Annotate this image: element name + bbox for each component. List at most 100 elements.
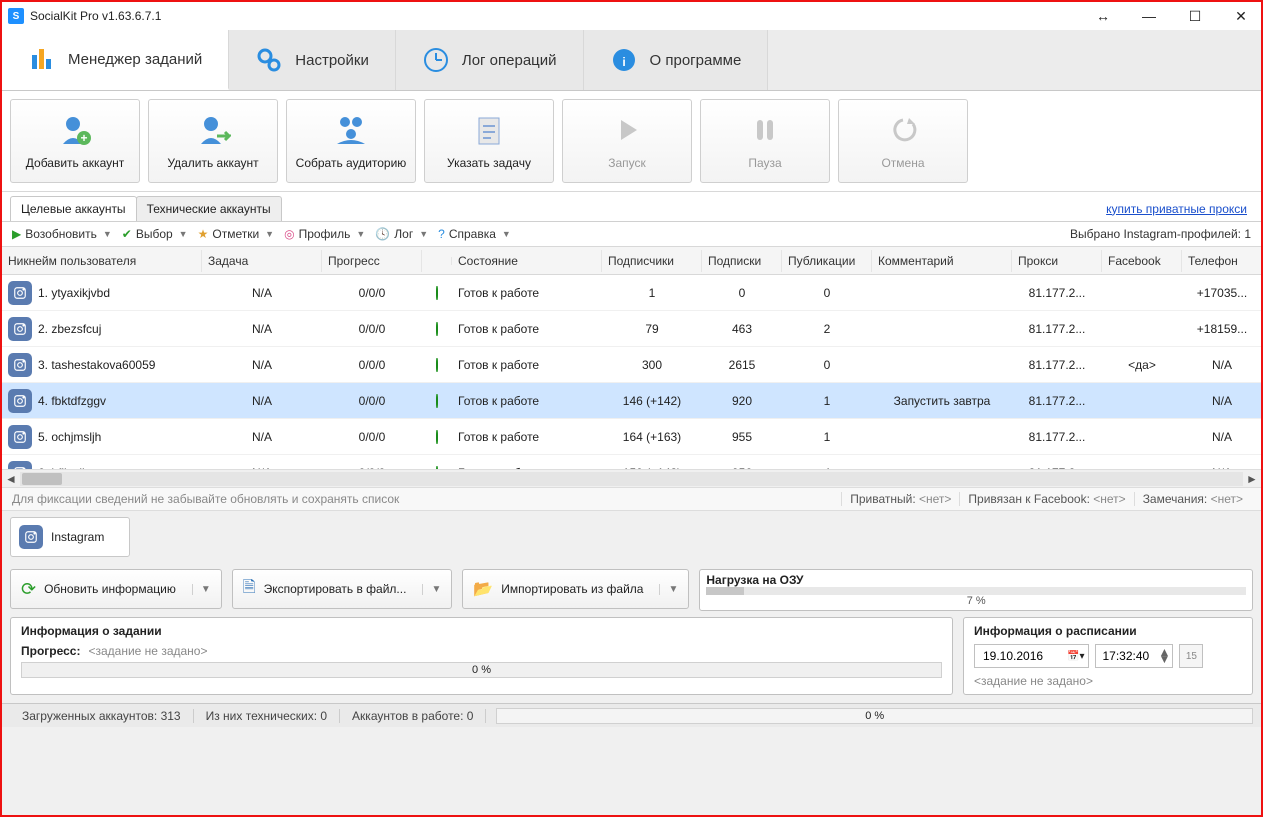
cell-proxy: 81.177.2...	[1012, 358, 1102, 372]
time-spinner-icon[interactable]: ▲▼	[1158, 649, 1170, 663]
column-header[interactable]: Прогресс	[322, 250, 422, 272]
schedule-apply-button[interactable]: 15	[1179, 644, 1203, 668]
export-icon: 🗎	[243, 576, 256, 603]
cell-proxy: 81.177.2...	[1012, 430, 1102, 444]
schedule-time-input[interactable]	[1098, 645, 1154, 667]
toolbar-icon	[609, 112, 645, 148]
filter-label: Возобновить	[25, 227, 97, 241]
table-row[interactable]: 6. hflicgilrN/A0/0/0Готов к работе150 (+…	[2, 455, 1261, 469]
instagram-tab[interactable]: Instagram	[10, 517, 130, 557]
footer-kv: Привязан к Facebook: <нет>	[959, 492, 1133, 506]
toolbar-label: Удалить аккаунт	[167, 156, 258, 170]
import-from-file-button[interactable]: 📂 Импортировать из файла ▼	[462, 569, 689, 609]
column-header[interactable]: Подписчики	[602, 250, 702, 272]
toolbar-label: Отмена	[881, 156, 924, 170]
sub-tab-0[interactable]: Целевые аккаунты	[10, 196, 137, 221]
close-button[interactable]: ✕	[1227, 6, 1255, 26]
filter-item-3[interactable]: ◎Профиль▼	[284, 227, 365, 241]
dropdown-caret-icon[interactable]: ▼	[422, 584, 441, 595]
instagram-icon	[19, 525, 43, 549]
cell-comment: Запустить завтра	[872, 394, 1012, 408]
table-row[interactable]: 2. zbezsfcujN/A0/0/0Готов к работе794632…	[2, 311, 1261, 347]
main-tab-2[interactable]: Лог операций	[396, 30, 584, 90]
column-header[interactable]: Прокси	[1012, 250, 1102, 272]
table-row[interactable]: 3. tashestakova60059N/A0/0/0Готов к рабо…	[2, 347, 1261, 383]
status-dot-icon	[436, 322, 438, 336]
main-tab-1[interactable]: Настройки	[229, 30, 396, 90]
cell-posts: 0	[782, 358, 872, 372]
column-header[interactable]: Телефон	[1182, 250, 1261, 272]
filter-item-4[interactable]: 🕓Лог▼	[375, 227, 428, 241]
scroll-thumb[interactable]	[22, 473, 62, 485]
filter-item-0[interactable]: ▶Возобновить▼	[12, 227, 112, 241]
status-progressbar-label: 0 %	[497, 709, 1252, 723]
cell-state: Готов к работе	[452, 394, 602, 408]
status-progressbar: 0 %	[496, 708, 1253, 724]
toolbar-button-3[interactable]: Указать задачу	[424, 99, 554, 183]
cell-posts: 0	[782, 286, 872, 300]
table-row[interactable]: 4. fbktdfzggvN/A0/0/0Готов к работе146 (…	[2, 383, 1261, 419]
calendar-icon[interactable]: 📅▾	[1067, 651, 1084, 662]
column-header[interactable]: Никнейм пользователя	[2, 250, 202, 272]
cell-state: Готов к работе	[452, 358, 602, 372]
status-tech: Из них технических: 0	[194, 709, 340, 723]
filter-label: Профиль	[299, 227, 351, 241]
sub-tab-1[interactable]: Технические аккаунты	[136, 196, 282, 221]
toolbar-button-2[interactable]: Собрать аудиторию	[286, 99, 416, 183]
schedule-date-input[interactable]	[979, 645, 1067, 667]
schedule-title: Информация о расписании	[974, 624, 1242, 638]
chevron-down-icon: ▼	[265, 229, 274, 239]
task-info-panel: Информация о задании Прогресс: <задание …	[10, 617, 953, 695]
column-header[interactable]: Публикации	[782, 250, 872, 272]
refresh-info-button[interactable]: ⟳ Обновить информацию ▼	[10, 569, 222, 609]
column-header[interactable]: Задача	[202, 250, 322, 272]
horizontal-scrollbar[interactable]: ◄ ►	[2, 469, 1261, 487]
dropdown-caret-icon[interactable]: ▼	[659, 584, 678, 595]
column-header[interactable]: Комментарий	[872, 250, 1012, 272]
column-header[interactable]: Подписки	[702, 250, 782, 272]
export-to-file-button[interactable]: 🗎 Экспортировать в файл... ▼	[232, 569, 453, 609]
cell-task: N/A	[202, 430, 322, 444]
cell-facebook: <да>	[1102, 358, 1182, 372]
cell-nickname: 1. ytyaxikjvbd	[38, 286, 110, 300]
cell-phone: +18159...	[1182, 322, 1261, 336]
toolbar-button-0[interactable]: +Добавить аккаунт	[10, 99, 140, 183]
main-toolbar: +Добавить аккаунт Удалить аккаунт Собрать …	[2, 91, 1261, 192]
dropdown-caret-icon[interactable]: ▼	[192, 584, 211, 595]
chevron-down-icon: ▼	[103, 229, 112, 239]
filter-item-5[interactable]: ?Справка▼	[438, 227, 511, 241]
minimize-button[interactable]: —	[1135, 6, 1163, 26]
filter-icon: 🕓	[375, 227, 390, 241]
task-info-title: Информация о задании	[21, 624, 942, 638]
table-row[interactable]: 1. ytyaxikjvbdN/A0/0/0Готов к работе1008…	[2, 275, 1261, 311]
table-row[interactable]: 5. ochjmsljhN/A0/0/0Готов к работе164 (+…	[2, 419, 1261, 455]
filter-item-2[interactable]: ★Отметки▼	[198, 227, 275, 241]
footer-kv: Приватный: <нет>	[841, 492, 959, 506]
toolbar-icon: +	[57, 112, 93, 148]
toolbar-button-1[interactable]: Удалить аккаунт	[148, 99, 278, 183]
cell-progress: 0/0/0	[322, 358, 422, 372]
chevron-down-icon: ▼	[502, 229, 511, 239]
cell-progress: 0/0/0	[322, 322, 422, 336]
column-header[interactable]: Facebook	[1102, 250, 1182, 272]
toolbar-icon	[747, 112, 783, 148]
filter-item-1[interactable]: ✔Выбор▼	[122, 227, 188, 241]
cell-proxy: 81.177.2...	[1012, 286, 1102, 300]
cell-followers: 146 (+142)	[602, 394, 702, 408]
scroll-right-icon[interactable]: ►	[1243, 472, 1261, 486]
tab-label: Настройки	[295, 52, 369, 69]
cell-task: N/A	[202, 394, 322, 408]
tab-icon	[255, 46, 283, 74]
column-header[interactable]	[422, 257, 452, 265]
maximize-button[interactable]: ☐	[1181, 6, 1209, 26]
main-tab-0[interactable]: Менеджер заданий	[2, 30, 229, 90]
drag-icon[interactable]: ↔	[1089, 6, 1117, 26]
import-label: Импортировать из файла	[501, 582, 643, 596]
status-dot-icon	[436, 430, 438, 444]
scroll-left-icon[interactable]: ◄	[2, 472, 20, 486]
cell-nickname: 5. ochjmsljh	[38, 430, 101, 444]
buy-proxy-link[interactable]: купить приватные прокси	[1106, 202, 1253, 216]
main-tab-3[interactable]: iО программе	[584, 30, 769, 90]
column-header[interactable]: Состояние	[452, 250, 602, 272]
app-logo-icon: S	[8, 8, 24, 24]
